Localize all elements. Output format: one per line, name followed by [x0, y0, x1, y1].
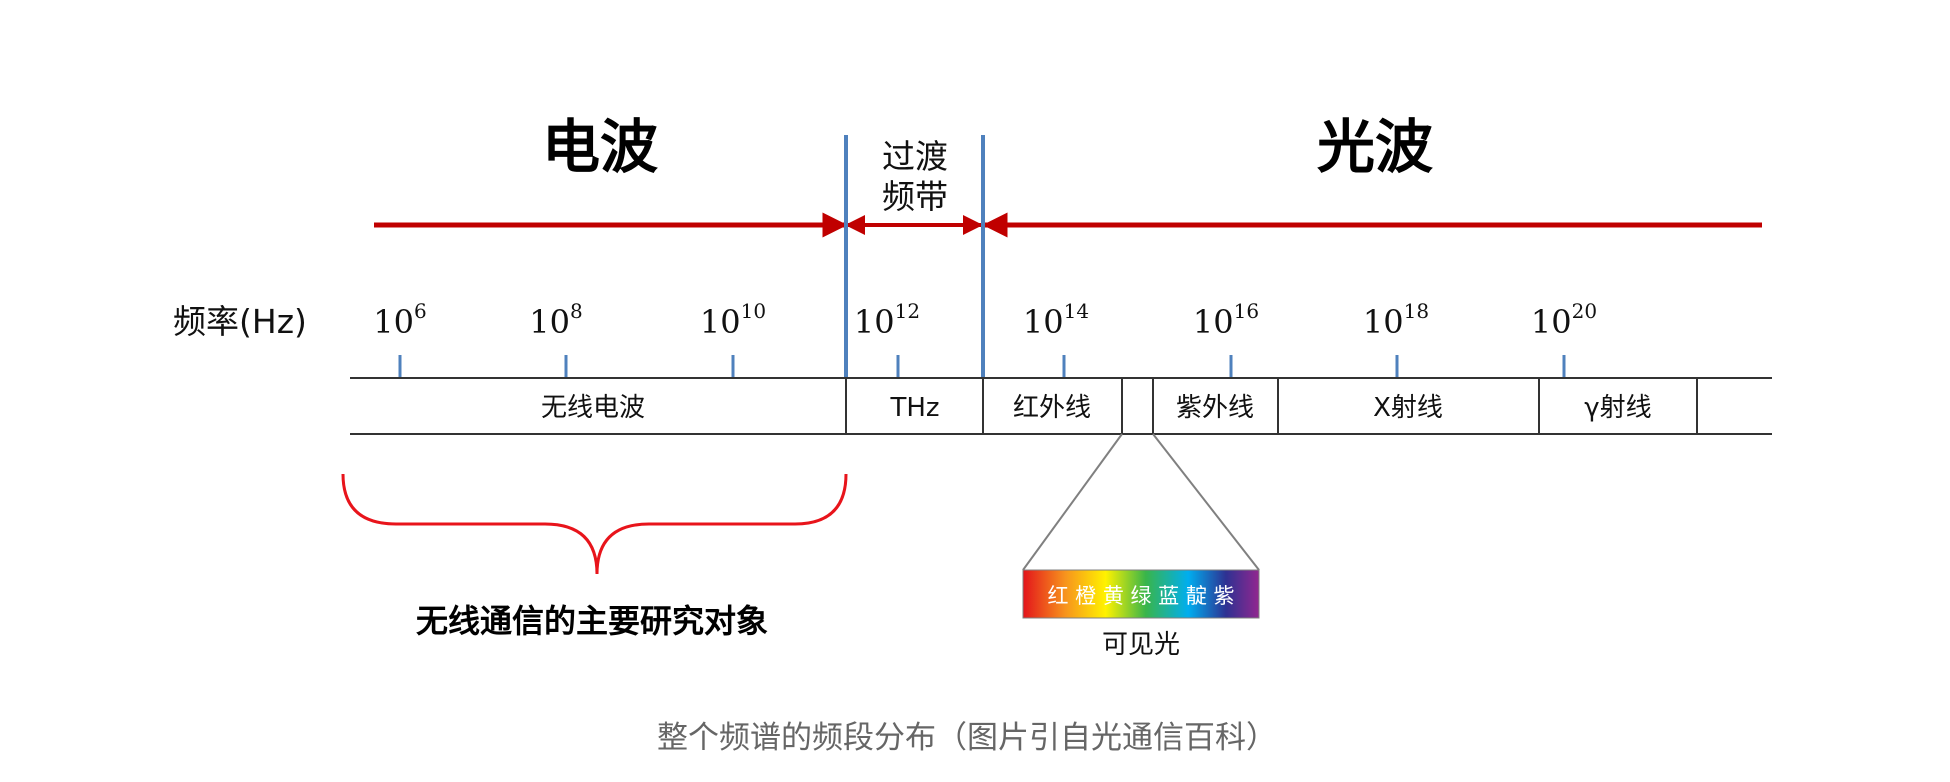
tick-exponent: 8 [570, 299, 583, 323]
tick-base: 10 [1363, 303, 1404, 341]
tick-exponent: 20 [1572, 299, 1597, 323]
visible-zoom-line-right [1152, 433, 1260, 571]
tick-label-1e10: 1010 [700, 299, 766, 341]
radio-wave-title: 电波 [542, 113, 658, 181]
tick-label-1e8: 108 [529, 299, 582, 341]
light-wave-title: 光波 [1317, 113, 1433, 181]
band-radio-wave: 无线电波 [541, 393, 645, 423]
frequency-spectrum-diagram: 电波 过渡 频带 光波 频率(Hz) 106 108 1010 1012 101… [173, 113, 1772, 756]
tick-label-1e18: 1018 [1363, 299, 1429, 341]
band-infrared: 红外线 [1013, 393, 1091, 423]
tick-exponent: 18 [1404, 299, 1429, 323]
svg-text:1020: 1020 [1531, 299, 1597, 341]
tick-exponent: 14 [1064, 299, 1089, 323]
svg-text:1016: 1016 [1193, 299, 1259, 341]
transition-band-title-line2: 频带 [882, 177, 948, 216]
transition-band-title-line1: 过渡 [882, 137, 948, 176]
focus-brace [341, 473, 848, 575]
svg-text:1014: 1014 [1023, 299, 1089, 341]
tick-base: 10 [529, 303, 570, 341]
svg-text:1018: 1018 [1363, 299, 1429, 341]
svg-text:1010: 1010 [700, 299, 766, 341]
visible-spectrum-colors: 红 橙 黄 绿 蓝 靛 紫 [1047, 584, 1234, 608]
svg-text:1012: 1012 [854, 299, 920, 341]
focus-label: 无线通信的主要研究对象 [416, 602, 768, 640]
tick-base: 10 [700, 303, 741, 341]
band-ultraviolet: 紫外线 [1176, 393, 1254, 423]
tick-label-1e12: 1012 [854, 299, 920, 341]
tick-base: 10 [373, 303, 414, 341]
tick-base: 10 [1531, 303, 1572, 341]
visible-zoom-line-left [1022, 433, 1123, 571]
figure-caption: 整个频谱的频段分布（图片引自光通信百科） [657, 720, 1277, 756]
tick-label-1e6: 106 [373, 299, 426, 341]
frequency-axis-label: 频率(Hz) [173, 302, 307, 341]
band-thz: THz [889, 393, 939, 423]
tick-exponent: 16 [1234, 299, 1259, 323]
svg-text:108: 108 [529, 299, 582, 341]
band-gamma-ray: γ射线 [1584, 393, 1651, 423]
tick-label-1e16: 1016 [1193, 299, 1259, 341]
tick-label-1e20: 1020 [1531, 299, 1597, 341]
tick-base: 10 [1023, 303, 1064, 341]
tick-exponent: 6 [414, 299, 427, 323]
tick-exponent: 10 [741, 299, 766, 323]
band-x-ray: X射线 [1373, 393, 1443, 423]
tick-base: 10 [854, 303, 895, 341]
tick-exponent: 12 [895, 299, 920, 323]
visible-light-label: 可见光 [1102, 630, 1180, 660]
tick-base: 10 [1193, 303, 1234, 341]
svg-text:106: 106 [373, 299, 426, 341]
tick-label-1e14: 1014 [1023, 299, 1089, 341]
